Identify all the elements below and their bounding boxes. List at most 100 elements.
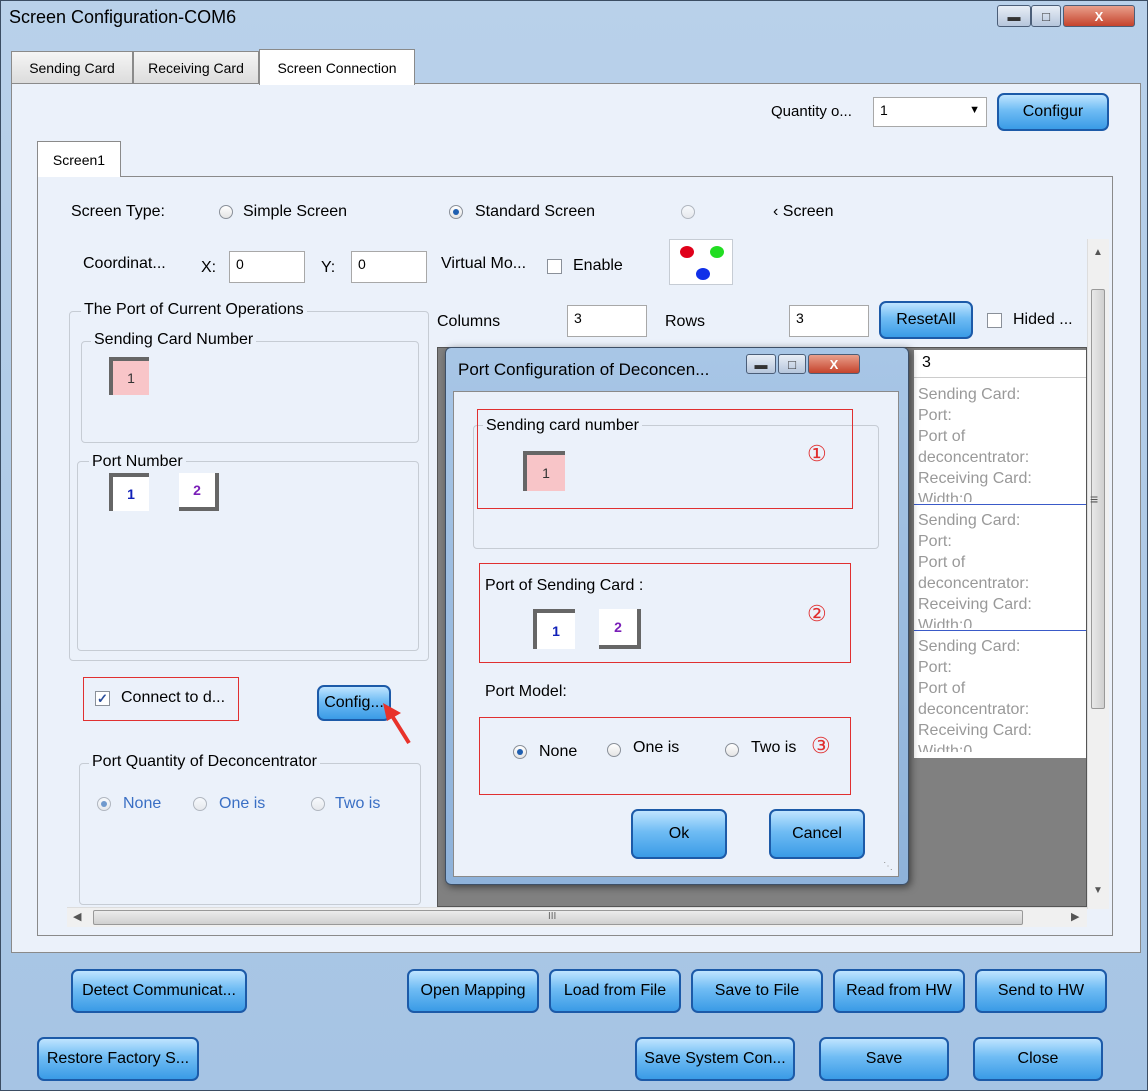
open-mapping-button[interactable]: Open Mapping xyxy=(407,969,539,1013)
arrow-pointer-icon xyxy=(383,703,411,745)
cell-port-of: Port of xyxy=(918,554,966,571)
cell-deconcentrator: deconcentrator: xyxy=(918,575,1030,592)
marker-2: ② xyxy=(807,601,827,626)
send-to-hw-button[interactable]: Send to HW xyxy=(975,969,1107,1013)
standard-screen-label: Standard Screen xyxy=(475,203,596,220)
scroll-right-icon[interactable]: ▶ xyxy=(1071,910,1079,923)
dialog-close-icon[interactable]: X xyxy=(808,354,860,374)
grid-scroll-mark: ≡ xyxy=(1090,491,1099,507)
radio-deconc-none[interactable] xyxy=(97,797,111,811)
dialog-radio-none[interactable] xyxy=(513,745,527,759)
tab-screen1[interactable]: Screen1 xyxy=(37,141,121,177)
radio-deconc-two[interactable] xyxy=(311,797,325,811)
marker-3: ③ xyxy=(811,733,831,758)
dialog-ok-button[interactable]: Ok xyxy=(631,809,727,859)
rows-label: Rows xyxy=(665,313,706,330)
dialog-radio-two[interactable] xyxy=(725,743,739,757)
rgb-dots-icon[interactable] xyxy=(669,239,733,285)
dialog-minimize-icon[interactable]: ▬ xyxy=(746,354,776,374)
connect-checkbox[interactable]: ✓ xyxy=(95,691,110,706)
tab-receiving-card[interactable]: Receiving Card xyxy=(133,51,259,83)
configure-button[interactable]: Configur xyxy=(997,93,1109,131)
chevron-down-icon: ▼ xyxy=(969,104,980,116)
save-to-file-button[interactable]: Save to File xyxy=(691,969,823,1013)
horizontal-scrollbar[interactable]: ◀ III ▶ xyxy=(67,907,1087,927)
hided-label: Hided ... xyxy=(1013,311,1073,328)
red-dot-icon xyxy=(680,246,694,258)
grid-cell[interactable]: Sending Card: Port: Port of deconcentrat… xyxy=(918,384,1032,502)
blue-dot-icon xyxy=(696,268,710,280)
dialog-title: Port Configuration of Deconcen... xyxy=(458,360,710,379)
save-button[interactable]: Save xyxy=(819,1037,949,1081)
screen-type-label: Screen Type: xyxy=(71,203,165,220)
minimize-icon[interactable]: ▬ xyxy=(997,5,1031,27)
scroll-left-icon[interactable]: ◀ xyxy=(73,910,81,923)
sending-card-number[interactable]: 1 xyxy=(109,357,149,395)
load-from-file-button[interactable]: Load from File xyxy=(549,969,681,1013)
cell-receiving-card: Receiving Card: xyxy=(918,722,1032,739)
quantity-select[interactable]: 1 ▼ xyxy=(873,97,987,127)
cell-deconcentrator: deconcentrator: xyxy=(918,449,1030,466)
resize-grip-icon[interactable]: ⋱ xyxy=(883,861,893,872)
enable-checkbox[interactable] xyxy=(547,259,562,274)
scroll-down-icon[interactable]: ▼ xyxy=(1093,885,1103,896)
dialog-cancel-button[interactable]: Cancel xyxy=(769,809,865,859)
hscrollbar-thumb[interactable]: III xyxy=(93,910,1023,925)
dialog-port-1-button[interactable]: 1 xyxy=(533,609,575,649)
y-input[interactable]: 0 xyxy=(351,251,427,283)
columns-input[interactable]: 3 xyxy=(567,305,647,337)
dialog-port-2-button[interactable]: 2 xyxy=(599,609,641,649)
deconc-two-label: Two is xyxy=(335,795,381,812)
rows-input[interactable]: 3 xyxy=(789,305,869,337)
radio-deconc-one[interactable] xyxy=(193,797,207,811)
enable-label: Enable xyxy=(573,257,623,274)
dialog-two-label: Two is xyxy=(751,739,797,756)
coordinate-label: Coordinat... xyxy=(83,255,166,272)
cell-sending-card: Sending Card: xyxy=(918,638,1021,655)
cell-sending-card: Sending Card: xyxy=(918,512,1021,529)
restore-factory-button[interactable]: Restore Factory S... xyxy=(37,1037,199,1081)
dialog-radio-one[interactable] xyxy=(607,743,621,757)
maximize-icon[interactable]: □ xyxy=(1031,5,1061,27)
dialog-maximize-icon[interactable]: □ xyxy=(778,354,806,374)
cell-width: Width:0 xyxy=(918,617,973,628)
connect-label: Connect to d... xyxy=(121,689,226,706)
quantity-label: Quantity o... xyxy=(771,103,852,120)
cell-receiving-card: Receiving Card: xyxy=(918,596,1032,613)
reset-all-button[interactable]: ResetAll xyxy=(879,301,973,339)
dialog-sending-card-number[interactable]: 1 xyxy=(523,451,565,491)
close-icon[interactable]: X xyxy=(1063,5,1135,27)
cell-divider xyxy=(914,630,1086,631)
grid-cell[interactable]: Sending Card: Port: Port of deconcentrat… xyxy=(918,636,1032,752)
cell-port-of: Port of xyxy=(918,428,966,445)
radio-complex-screen[interactable] xyxy=(681,205,695,219)
x-input[interactable]: 0 xyxy=(229,251,305,283)
cell-deconcentrator: deconcentrator: xyxy=(918,701,1030,718)
hided-checkbox[interactable] xyxy=(987,313,1002,328)
close-button[interactable]: Close xyxy=(973,1037,1103,1081)
simple-screen-label: Simple Screen xyxy=(243,203,348,220)
read-from-hw-button[interactable]: Read from HW xyxy=(833,969,965,1013)
marker-1: ① xyxy=(807,441,827,466)
deconc-one-label: One is xyxy=(219,795,266,812)
title-bar[interactable]: Screen Configuration-COM6 ▬ □ X xyxy=(1,1,1148,37)
tab-sending-card[interactable]: Sending Card xyxy=(11,51,133,83)
dialog-sending-card-title: Sending card number xyxy=(483,417,642,435)
port-2-button[interactable]: 2 xyxy=(179,473,219,511)
y-label: Y: xyxy=(321,259,336,276)
scroll-up-icon[interactable]: ▲ xyxy=(1093,247,1103,258)
vertical-scrollbar[interactable]: ▲ ▼ xyxy=(1087,239,1109,909)
cell-sending-card: Sending Card: xyxy=(918,386,1021,403)
cell-receiving-card: Receiving Card: xyxy=(918,470,1032,487)
radio-simple-screen[interactable] xyxy=(219,205,233,219)
save-system-config-button[interactable]: Save System Con... xyxy=(635,1037,795,1081)
detect-communication-button[interactable]: Detect Communicat... xyxy=(71,969,247,1013)
hscroll-grip: III xyxy=(548,911,557,922)
grid-cell[interactable]: Sending Card: Port: Port of deconcentrat… xyxy=(918,510,1032,628)
cell-port: Port: xyxy=(918,659,952,676)
deconc-none-label: None xyxy=(123,795,162,812)
radio-standard-screen[interactable] xyxy=(449,205,463,219)
tab-screen-connection[interactable]: Screen Connection xyxy=(259,49,415,85)
cell-divider xyxy=(914,504,1086,505)
port-1-button[interactable]: 1 xyxy=(109,473,149,511)
